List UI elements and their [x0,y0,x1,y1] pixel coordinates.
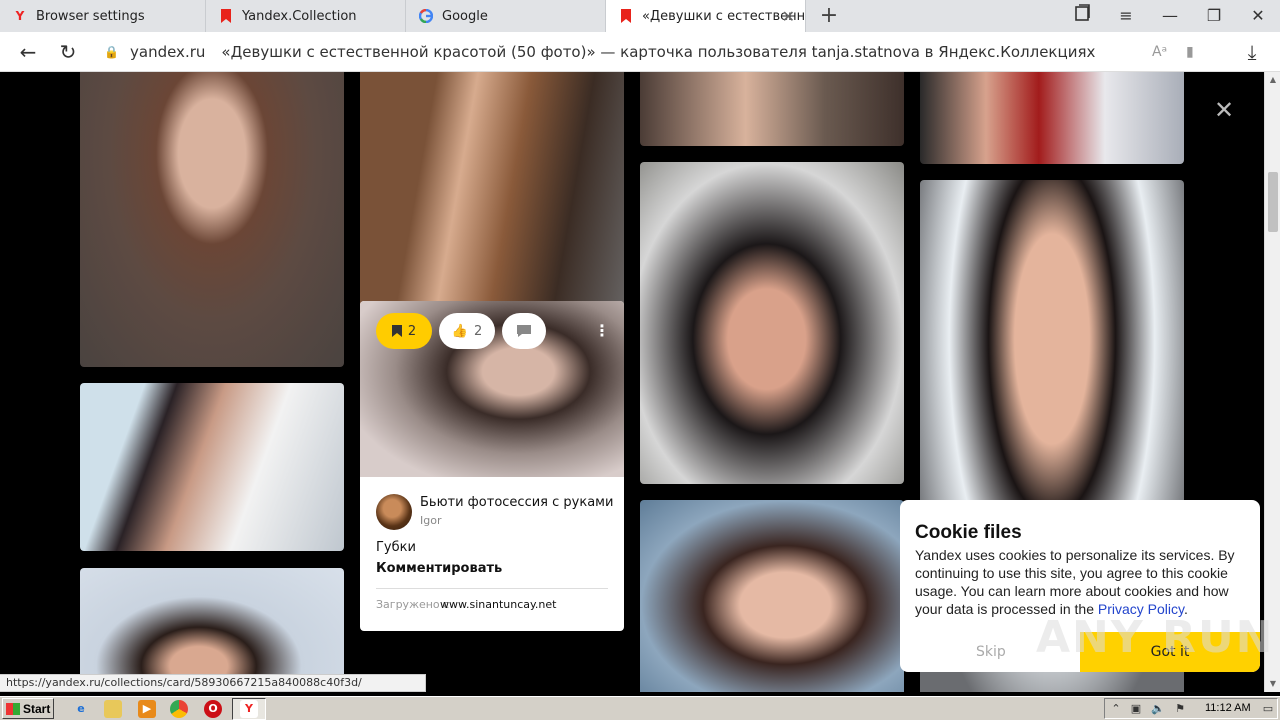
close-window-button[interactable]: ✕ [1246,4,1270,28]
yandex-icon: Y [240,700,258,718]
windows-logo-icon [6,702,20,715]
lock-icon: 🔒 [104,45,119,59]
clock: 11:12 AM [1205,702,1251,714]
scroll-thumb[interactable] [1268,172,1278,232]
thumbs-up-icon: 👍 [451,323,468,339]
cookie-text: Yandex uses cookies to personalize its s… [915,546,1245,618]
chrome-icon[interactable] [170,700,188,718]
media-player-icon[interactable]: ▶ [138,700,156,718]
photo-card[interactable] [80,72,344,367]
tab-google[interactable]: Google [406,0,606,32]
divider [376,588,608,589]
board-title[interactable]: Бьюти фотосессия с руками [420,495,613,510]
source-prefix: Загружено с [376,598,450,611]
board-user[interactable]: Igor [420,514,441,527]
show-desktop-icon[interactable]: ▭ [1261,702,1275,716]
tab-yandex-collection[interactable]: Yandex.Collection [206,0,406,32]
chevron-up-icon[interactable]: ⌃ [1109,702,1123,716]
collection-card[interactable]: 2 👍 2 ⋮ Бьюти фотосессия с руками Igor Г… [360,301,624,631]
restore-button[interactable]: ❐ [1202,4,1226,28]
more-icon[interactable]: ⋮ [594,321,610,340]
tab-label: Google [442,8,488,24]
tab-browser-settings[interactable]: Y Browser settings [0,0,206,32]
avatar[interactable] [376,494,412,530]
tab-bar: Y Browser settings Yandex.Collection Goo… [0,0,1280,32]
status-url: https://yandex.ru/collections/card/58930… [0,674,426,692]
yandex-icon: Y [15,9,25,23]
new-tab-button[interactable]: + [816,3,842,29]
opera-icon[interactable]: O [204,700,222,718]
url-field[interactable]: 🔒 yandex.ru «Девушки с естественной крас… [94,36,1210,68]
photo-card[interactable] [640,72,904,146]
photo-card[interactable] [920,72,1184,164]
bookmarks-icon[interactable] [1070,4,1094,28]
photo-card[interactable] [640,500,904,692]
save-button[interactable]: 2 [376,313,432,349]
menu-icon[interactable]: ≡ [1114,4,1138,28]
comment-button[interactable] [502,313,546,349]
collections-icon [618,8,634,24]
volume-icon[interactable]: 🔈 [1151,702,1165,716]
photo-card[interactable] [640,162,904,484]
tab-collection-card[interactable]: «Девушки с естественн ✕ [606,0,806,32]
like-count: 2 [473,323,483,339]
google-icon [418,8,434,24]
folder-icon[interactable] [104,700,122,718]
close-icon[interactable]: ✕ [1212,98,1236,122]
taskbar: Start e ▶ O Y ⌃ ▣ 🔈 ⚑ 11:12 AM ▭ [0,696,1280,720]
address-bar: ← ↻ 🔒 yandex.ru «Девушки с естественной … [0,32,1280,72]
cookie-title: Cookie files [915,522,1022,543]
collections-icon [218,8,234,24]
save-count: 2 [407,323,417,339]
start-button[interactable]: Start [2,698,54,719]
card-description: Губки [376,540,416,555]
tab-close-icon[interactable]: ✕ [782,7,795,26]
like-button[interactable]: 👍 2 [439,313,495,349]
tab-label: Browser settings [36,8,145,24]
source-link[interactable]: www.sinantuncay.net [440,598,556,611]
bookmark-icon [391,325,402,337]
watermark: ANY RUN [1036,612,1275,663]
scroll-down-icon[interactable]: ▼ [1265,676,1280,692]
minimize-button[interactable]: — [1158,4,1182,28]
url-domain: yandex.ru [130,43,206,61]
screen: Y Browser settings Yandex.Collection Goo… [0,0,1280,720]
back-button[interactable]: ← [16,40,40,64]
network-icon[interactable]: ▣ [1129,702,1143,716]
start-label: Start [23,701,51,716]
yandex-browser-task[interactable]: Y [232,698,266,720]
page-scrollbar[interactable]: ▲ ▼ [1264,72,1280,692]
tab-label: Yandex.Collection [242,8,357,24]
flag-icon[interactable]: ⚑ [1173,702,1187,716]
page-title: «Девушки с естественной красотой (50 фот… [221,43,1096,61]
photo-card[interactable] [80,383,344,551]
bookmark-icon[interactable]: ▮ [1186,44,1194,60]
reload-button[interactable]: ↻ [56,40,80,64]
comment-link[interactable]: Комментировать [376,561,502,576]
comment-icon [517,325,531,337]
skip-button[interactable]: Skip [976,644,1006,660]
scroll-up-icon[interactable]: ▲ [1265,72,1280,88]
ie-icon[interactable]: e [72,700,90,718]
system-tray: ⌃ ▣ 🔈 ⚑ 11:12 AM ▭ [1104,698,1278,719]
downloads-icon[interactable]: ⤓ [1240,40,1264,64]
translate-icon[interactable]: Aᵃ [1152,44,1167,60]
